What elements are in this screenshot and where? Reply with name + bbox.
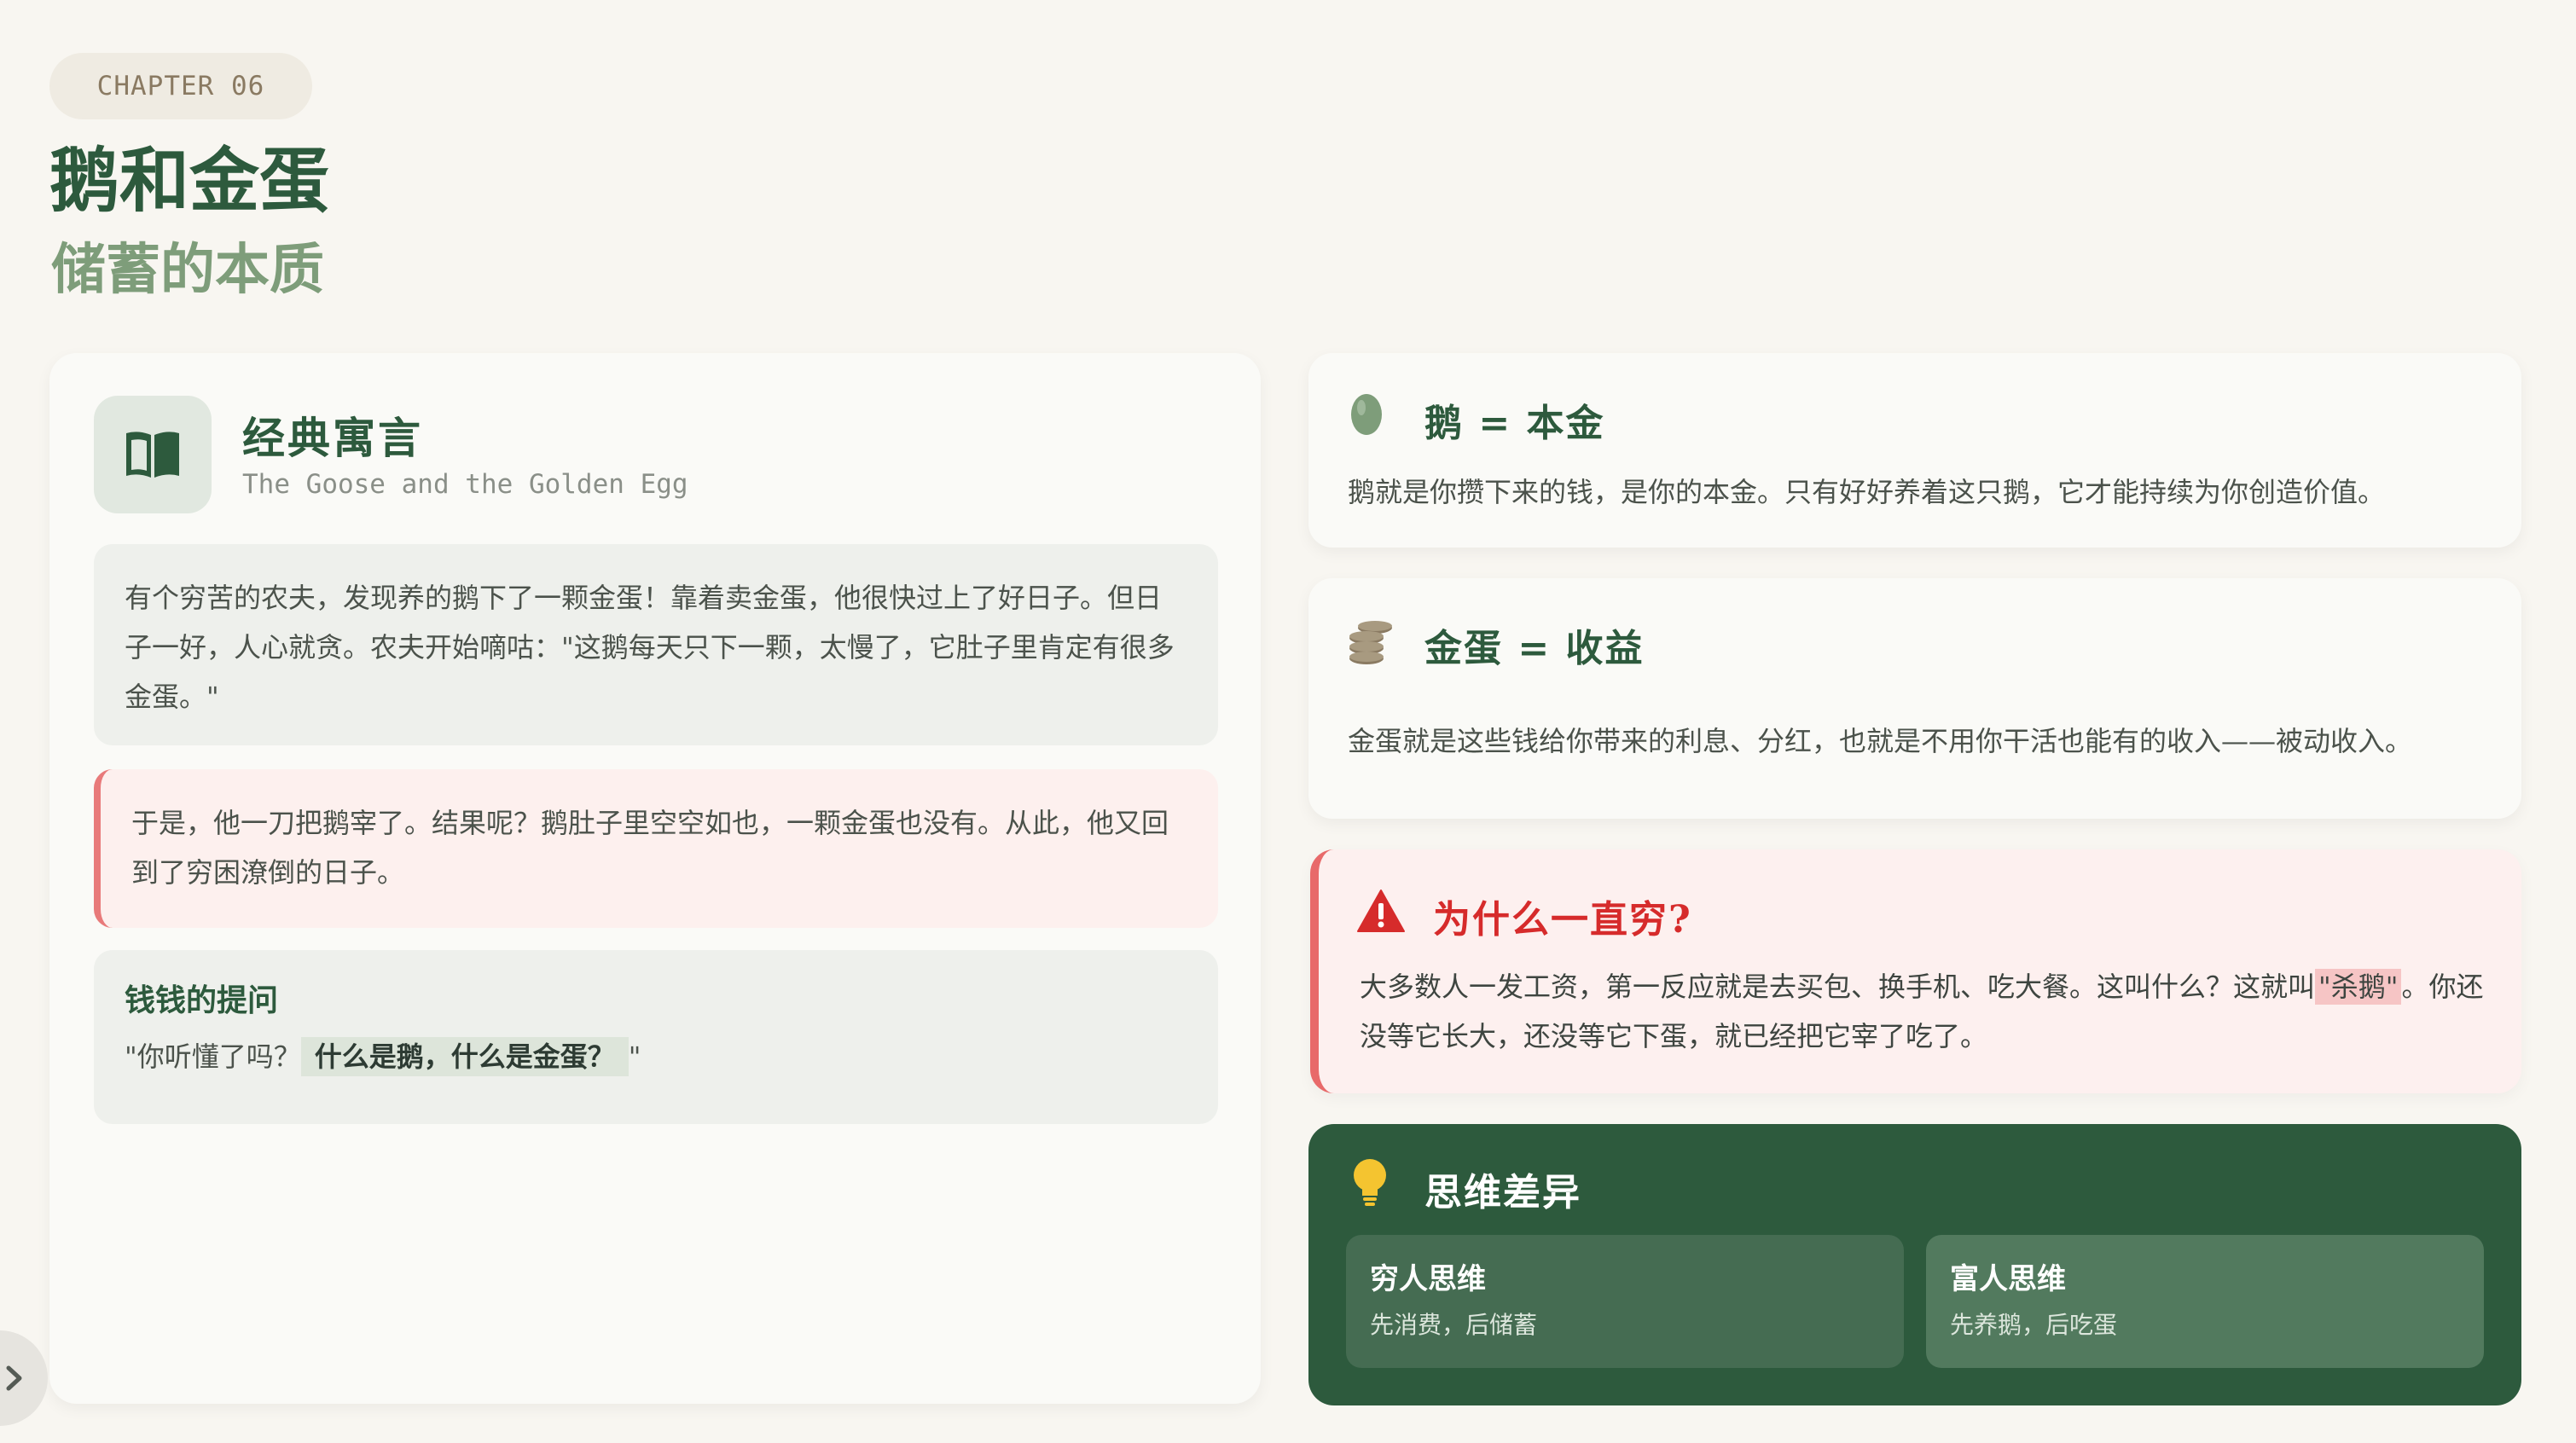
lightbulb-icon bbox=[1354, 1159, 1386, 1206]
goose-text: 鹅就是你攒下来的钱，是你的本金。只有好好养着这只鹅，它才能持续为你创造价值。 bbox=[1348, 476, 2386, 508]
fable-title-en: The Goose and the Golden Egg bbox=[242, 469, 688, 500]
warning-text-before: 大多数人一发工资，第一反应就是去买包、换手机、吃大餐。这叫什么？这就叫 bbox=[1360, 971, 2316, 1003]
kill-goose-highlight: "杀鹅" bbox=[2315, 969, 2402, 1005]
egg-title: 金蛋 = 收益 bbox=[1424, 627, 1645, 670]
sidebar-toggle-button[interactable] bbox=[0, 1330, 48, 1426]
goose-title: 鹅 = 本金 bbox=[1424, 402, 1605, 445]
story-paragraph-2: 于是，他一刀把鹅宰了。结果呢？鹅肚子里空空如也，一颗金蛋也没有。从此，他又回到了… bbox=[94, 769, 1218, 928]
page-title: 鹅和金蛋 bbox=[49, 140, 330, 222]
goose-card: 鹅 = 本金 鹅就是你攒下来的钱，是你的本金。只有好好养着这只鹅，它才能持续为你… bbox=[1308, 353, 2521, 548]
warning-icon bbox=[1357, 890, 1405, 932]
question-suffix: " bbox=[628, 1040, 641, 1073]
open-book-icon bbox=[126, 432, 179, 478]
chevron-right-icon bbox=[6, 1365, 22, 1391]
egg-icon bbox=[1351, 394, 1382, 435]
warning-title: 为什么一直穷? bbox=[1433, 898, 1692, 942]
question-prefix: "你听懂了吗？ bbox=[125, 1040, 301, 1073]
page-subtitle: 储蓄的本质 bbox=[51, 238, 324, 302]
fable-title: 经典寓言 bbox=[242, 413, 423, 463]
question-block: 钱钱的提问 "你听懂了吗？ 什么是鹅，什么是金蛋？ " bbox=[94, 950, 1218, 1124]
fable-card: 经典寓言 The Goose and the Golden Egg 有个穷苦的农… bbox=[49, 353, 1261, 1404]
poor-mindset-title: 穷人思维 bbox=[1370, 1262, 1486, 1296]
warning-text: 大多数人一发工资，第一反应就是去买包、换手机、吃大餐。这叫什么？这就叫 "杀鹅"。… bbox=[1360, 962, 2503, 1061]
story-paragraph-1: 有个穷苦的农夫，发现养的鹅下了一颗金蛋！靠着卖金蛋，他很快过上了好日子。但日子一… bbox=[94, 544, 1218, 745]
coins-icon bbox=[1349, 621, 1392, 664]
poor-mindset-box: 穷人思维 先消费，后储蓄 bbox=[1346, 1235, 1904, 1368]
rich-mindset-box: 富人思维 先养鹅，后吃蛋 bbox=[1926, 1235, 2484, 1368]
mindset-card: 思维差异 穷人思维 先消费，后储蓄 富人思维 先养鹅，后吃蛋 bbox=[1308, 1124, 2521, 1405]
warning-card: 为什么一直穷? 大多数人一发工资，第一反应就是去买包、换手机、吃大餐。这叫什么？… bbox=[1310, 849, 2521, 1093]
question-title: 钱钱的提问 bbox=[125, 982, 279, 1018]
poor-mindset-text: 先消费，后储蓄 bbox=[1370, 1311, 1538, 1339]
rich-mindset-title: 富人思维 bbox=[1950, 1262, 2066, 1296]
egg-card: 金蛋 = 收益 金蛋就是这些钱给你带来的利息、分红，也就是不用你干活也能有的收入… bbox=[1308, 578, 2521, 819]
question-text: "你听懂了吗？ 什么是鹅，什么是金蛋？ " bbox=[125, 1032, 1187, 1081]
book-icon-tile bbox=[94, 396, 212, 513]
rich-mindset-text: 先养鹅，后吃蛋 bbox=[1950, 1311, 2118, 1339]
mindset-title: 思维差异 bbox=[1424, 1171, 1581, 1214]
egg-text: 金蛋就是这些钱给你带来的利息、分红，也就是不用你干活也能有的收入——被动收入。 bbox=[1348, 725, 2413, 757]
chapter-badge: CHAPTER 06 bbox=[49, 53, 312, 119]
question-highlight: 什么是鹅，什么是金蛋？ bbox=[300, 1037, 629, 1076]
